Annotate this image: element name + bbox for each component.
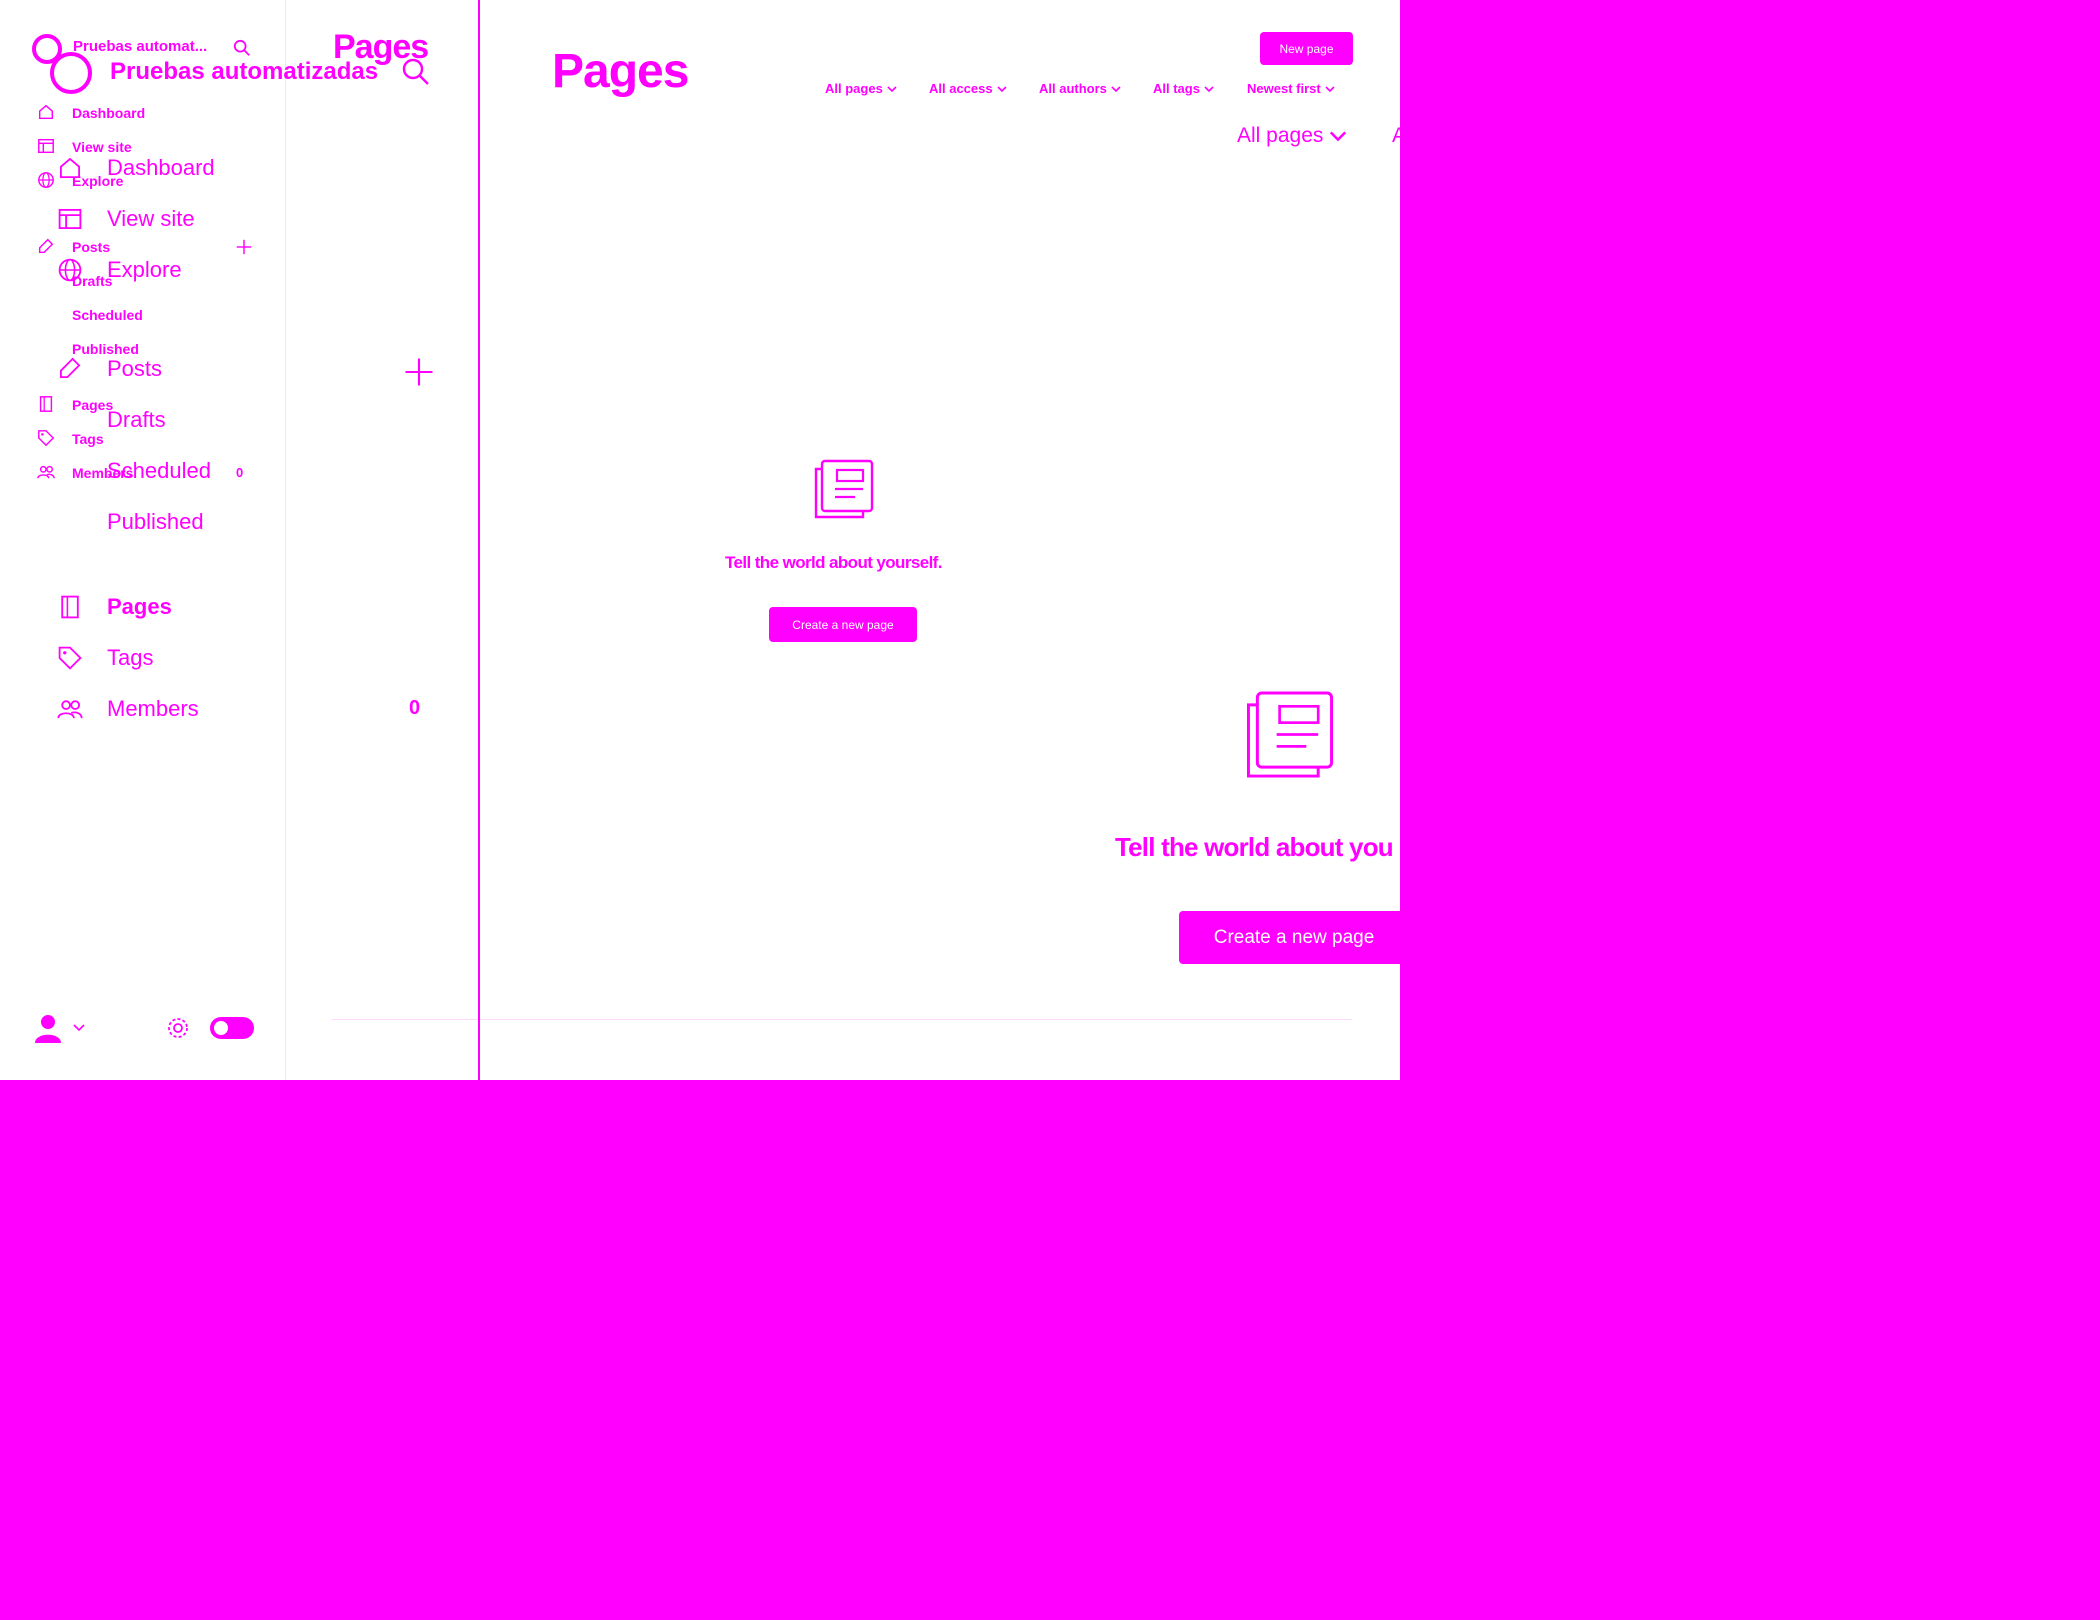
nav-published: Published <box>107 509 204 534</box>
footer-divider <box>332 1019 1352 1020</box>
pencil-icon <box>37 237 55 255</box>
pencil-icon <box>57 355 83 381</box>
filter-all-authors[interactable]: All authors <box>1039 81 1121 96</box>
new-page-button[interactable]: New page <box>1260 32 1353 65</box>
filter-all-tags[interactable]: All tags <box>1153 81 1214 96</box>
search-icon[interactable] <box>233 39 251 57</box>
app-window: Pruebas automat... Dashboard View site E… <box>0 0 1400 1080</box>
members-count-badge: 0 <box>409 697 421 719</box>
sidebar-border <box>285 0 286 1080</box>
nav-dashboard[interactable]: Dashboard <box>72 105 145 121</box>
globe-icon <box>57 257 83 283</box>
filter-all-pages: All pages <box>1237 124 1347 148</box>
filter-all-access[interactable]: All access <box>929 81 1007 96</box>
tag-icon <box>37 429 55 447</box>
members-icon <box>37 463 55 481</box>
gear-icon[interactable] <box>166 1016 190 1040</box>
nav-tags[interactable]: Tags <box>72 431 104 447</box>
nav-tags: Tags <box>107 645 154 670</box>
plus-icon[interactable] <box>235 238 253 256</box>
globe-icon <box>37 171 55 189</box>
filter-label: All pages <box>825 81 883 96</box>
nav-explore: Explore <box>107 257 182 282</box>
filter-label: All tags <box>1153 81 1200 96</box>
empty-state-message: Tell the world about yourself. <box>725 553 942 572</box>
chevron-down-icon[interactable] <box>72 1021 86 1035</box>
theme-toggle[interactable] <box>210 1017 254 1039</box>
nav-dashboard: Dashboard <box>107 155 215 180</box>
search-icon <box>402 58 430 86</box>
view-site-icon <box>57 206 83 232</box>
nav-posts[interactable]: Posts <box>72 239 110 255</box>
page-document-icon <box>813 459 875 521</box>
filter-label: All pages <box>1237 124 1324 147</box>
nav-scheduled[interactable]: Scheduled <box>72 307 143 323</box>
column-divider <box>478 0 480 1080</box>
page-document-icon <box>1244 690 1336 782</box>
home-icon <box>37 103 55 121</box>
plus-icon <box>404 357 434 387</box>
members-count-badge: 0 <box>236 465 244 480</box>
chevron-down-icon <box>1204 85 1214 92</box>
filter-label: Newest first <box>1247 81 1321 96</box>
filter-label: All authors <box>1039 81 1107 96</box>
pages-icon <box>57 594 83 620</box>
nav-posts: Posts <box>107 356 163 381</box>
filter-label: All access <box>929 81 993 96</box>
nav-members: Members <box>107 696 199 721</box>
chevron-down-icon <box>1111 85 1121 92</box>
pages-icon <box>37 395 55 413</box>
view-site-icon <box>37 137 55 155</box>
tag-icon <box>57 645 83 671</box>
filter-partial-label: A <box>1392 124 1400 147</box>
create-new-page-button[interactable]: Create a new page <box>769 607 917 642</box>
chevron-down-icon <box>887 85 897 92</box>
nav-scheduled: Scheduled <box>107 458 211 483</box>
chevron-down-icon <box>1330 131 1347 142</box>
nav-view-site: View site <box>107 206 195 231</box>
user-icon[interactable] <box>34 1013 62 1043</box>
nav-drafts: Drafts <box>107 407 166 432</box>
nav-pages: Pages <box>107 594 172 619</box>
create-new-page-button: Create a new page <box>1179 911 1400 964</box>
brand-logo-icon <box>48 50 94 96</box>
filter-newest-first[interactable]: Newest first <box>1247 81 1335 96</box>
members-icon <box>57 696 83 722</box>
nav-view-site[interactable]: View site <box>72 139 132 155</box>
page-title: Pages <box>552 45 689 98</box>
home-icon <box>57 155 83 181</box>
chevron-down-icon <box>997 85 1007 92</box>
filter-all-pages[interactable]: All pages <box>825 81 897 96</box>
chevron-down-icon <box>1325 85 1335 92</box>
empty-state-message: Tell the world about you <box>1115 832 1394 862</box>
